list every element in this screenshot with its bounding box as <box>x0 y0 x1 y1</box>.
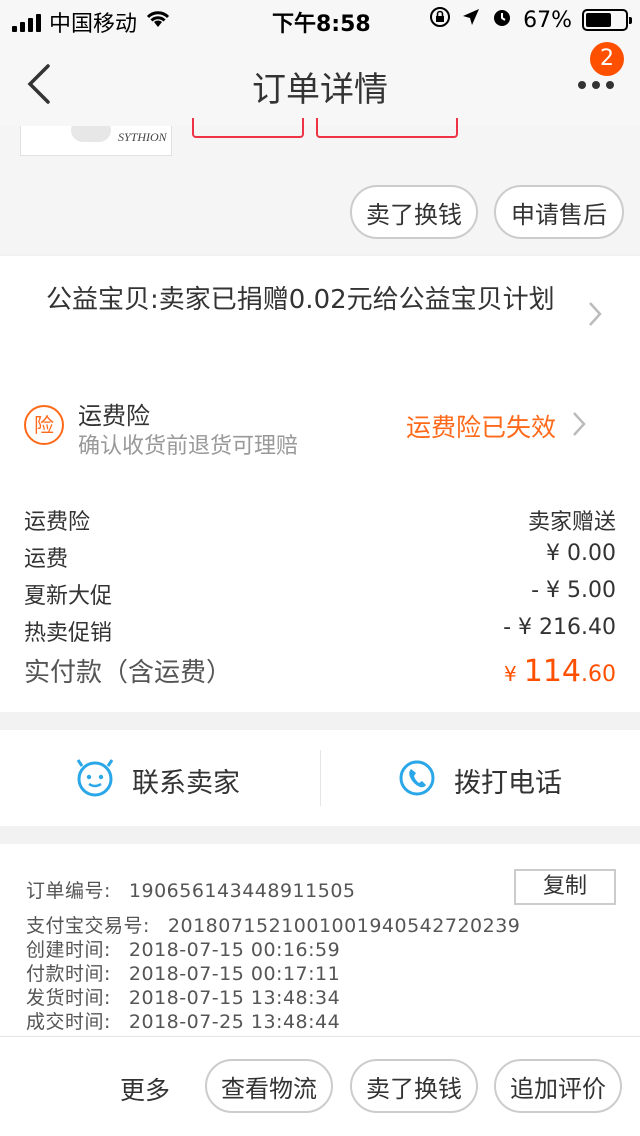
battery-percent: 67% <box>523 7 572 33</box>
status-bar: 中国移动 下午8:58 67% <box>0 0 640 40</box>
alarm-icon <box>491 6 513 34</box>
total-currency: ¥ <box>504 662 517 686</box>
chevron-right-icon <box>572 410 586 445</box>
service-tag-2 <box>316 118 458 138</box>
fee-label: 夏新大促 <box>24 584 113 609</box>
shipped-time: 2018-07-15 13:48:34 <box>128 987 341 1009</box>
shipped-label: 发货时间: <box>26 987 111 1009</box>
divider <box>320 750 321 806</box>
done-label: 成交时间: <box>26 1011 111 1033</box>
rotation-lock-icon <box>429 6 451 34</box>
fee-value: - ¥ 216.40 <box>503 615 616 640</box>
sell-exchange-button[interactable]: 卖了换钱 <box>350 185 478 239</box>
total-row: 实付款（含运费） ¥ 114.60 <box>24 652 616 689</box>
notification-badge: 2 <box>590 42 624 76</box>
done-time: 2018-07-25 13:48:44 <box>128 1011 341 1033</box>
fee-label: 运费 <box>24 547 69 572</box>
paid-time: 2018-07-15 00:17:11 <box>128 963 341 985</box>
alipay-row: 支付宝交易号: 2018071521001001940542720239 <box>26 911 520 938</box>
done-row: 成交时间: 2018-07-25 13:48:44 <box>26 1007 340 1034</box>
phone-icon <box>398 758 436 802</box>
location-icon <box>461 7 481 33</box>
status-right: 67% <box>429 6 632 34</box>
total-integer: 114 <box>523 654 581 689</box>
product-thumb-text: SYTHION <box>118 130 167 144</box>
chevron-right-icon <box>588 300 602 335</box>
total-decimal: .60 <box>581 662 616 687</box>
order-number-label: 订单编号: <box>26 880 111 902</box>
fee-label: 运费险 <box>24 510 91 535</box>
created-row: 创建时间: 2018-07-15 00:16:59 <box>26 935 340 962</box>
call-phone-label: 拨打电话 <box>454 767 562 799</box>
fee-row: 运费 ¥ 0.00 <box>24 541 616 573</box>
shipped-row: 发货时间: 2018-07-15 13:48:34 <box>26 983 340 1010</box>
fee-value: 卖家赠送 <box>527 510 616 535</box>
paid-row: 付款时间: 2018-07-15 00:17:11 <box>26 959 340 986</box>
total-amount: ¥ 114.60 <box>504 654 616 689</box>
created-label: 创建时间: <box>26 939 111 961</box>
contact-seller-label: 联系卖家 <box>132 767 240 799</box>
created-time: 2018-07-15 00:16:59 <box>128 939 341 961</box>
fee-value: ¥ 0.00 <box>546 541 616 566</box>
order-number: 1906561434489​11505 <box>128 880 356 902</box>
fee-row: 夏新大促 - ¥ 5.00 <box>24 578 616 610</box>
insurance-status[interactable]: 运费险已失效 <box>406 408 556 444</box>
insurance-title: 运费险 <box>78 402 150 430</box>
total-label: 实付款（含运费） <box>24 658 233 688</box>
alipay-number: 2018071521001001940542720239 <box>167 915 521 937</box>
paid-label: 付款时间: <box>26 963 111 985</box>
copy-button[interactable]: 复制 <box>514 869 616 905</box>
after-sale-button[interactable]: 申请售后 <box>494 185 624 239</box>
insurance-subtitle: 确认收货前退货可理赔 <box>78 434 299 459</box>
alipay-label: 支付宝交易号: <box>26 915 150 937</box>
page-title: 订单详情 <box>252 70 388 110</box>
sell-exchange-button-bottom[interactable]: 卖了换钱 <box>350 1059 478 1113</box>
chat-face-icon <box>76 758 114 802</box>
fee-label: 热卖促销 <box>24 621 113 646</box>
battery-icon <box>582 9 632 31</box>
add-review-button[interactable]: 追加评价 <box>494 1059 622 1113</box>
clock: 下午8:58 <box>272 12 371 37</box>
nav-bar: 订单详情 <box>0 40 640 126</box>
order-number-row: 订单编号: 1906561434489​11505 <box>26 876 356 903</box>
view-logistics-button[interactable]: 查看物流 <box>205 1059 333 1113</box>
fee-row: 运费险 卖家赠送 <box>24 504 616 536</box>
contact-seller-button[interactable]: 联系卖家 <box>76 758 240 802</box>
fee-value: - ¥ 5.00 <box>531 578 616 603</box>
charity-text[interactable]: 公益宝贝:卖家已捐赠0.02元给公益宝贝计划 <box>46 284 566 317</box>
call-phone-button[interactable]: 拨打电话 <box>398 758 562 802</box>
wifi-icon <box>145 9 171 35</box>
carrier-label: 中国移动 <box>49 12 138 37</box>
insurance-icon: 险 <box>24 405 64 445</box>
more-button[interactable]: 更多 <box>120 1071 170 1107</box>
fee-row: 热卖促销 - ¥ 216.40 <box>24 615 616 647</box>
signal-icon <box>12 12 41 32</box>
service-tag-1 <box>192 118 304 138</box>
status-left: 中国移动 <box>12 6 171 38</box>
